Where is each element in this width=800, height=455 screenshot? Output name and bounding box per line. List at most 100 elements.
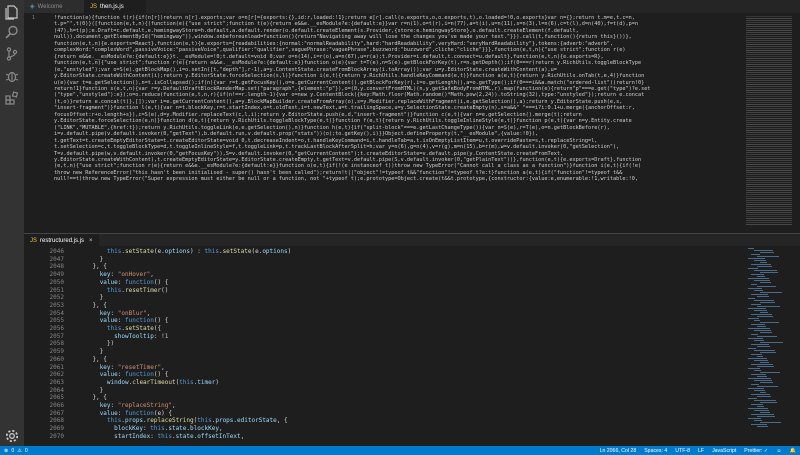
minimap-line: [746, 210, 792, 211]
minimap-line: [746, 114, 792, 115]
code-token: this: [106, 286, 122, 294]
code-token: "resetTimer": [117, 363, 162, 371]
code-token: this: [106, 417, 122, 425]
minimap-line: [746, 20, 792, 21]
code-token: blockKey: [114, 425, 144, 433]
language-mode[interactable]: JavaScript: [712, 448, 736, 454]
minimap-line: [748, 248, 754, 249]
minimap-line: [757, 416, 775, 417]
tab-welcome[interactable]: ◈ Welcome: [24, 0, 84, 13]
close-icon[interactable]: ×: [89, 238, 93, 244]
minimap-line: [754, 280, 770, 281]
prettier-status[interactable]: Prettier: ✓: [744, 448, 768, 454]
code-token: blockKey: [190, 425, 219, 433]
code-token: setState: [124, 325, 154, 333]
encoding[interactable]: UTF-8: [675, 448, 690, 454]
minimap-line: [751, 264, 771, 265]
code-token: }, {: [78, 394, 107, 402]
minimap-line: [757, 356, 763, 357]
minimap-line: [746, 80, 792, 81]
minimap[interactable]: [746, 246, 792, 446]
vertical-scrollbar[interactable]: [792, 14, 800, 233]
minimap-line: [757, 306, 780, 307]
code-token: ,: [146, 309, 151, 317]
minimap-line: [746, 32, 792, 33]
minimap-line: [757, 386, 778, 387]
line-number: 2051: [49, 286, 64, 294]
code-token: props: [215, 417, 234, 425]
minimap-line: [746, 192, 792, 193]
minimap-line: [760, 422, 781, 423]
line-number: 2058: [49, 340, 64, 348]
search-icon[interactable]: [4, 24, 20, 40]
minimap-line: [751, 364, 773, 365]
tab-label: restructured.js.js: [40, 237, 85, 244]
line-number: 2055: [49, 317, 64, 325]
minimap-line: [746, 216, 792, 217]
bell-icon[interactable]: 🔔: [790, 448, 796, 454]
minimap-line: [748, 338, 763, 339]
minimap-line: [754, 300, 774, 301]
minimap-line: [746, 116, 792, 117]
code-token: ): [215, 378, 219, 386]
minimap-line: [746, 120, 792, 121]
minimap-line: [748, 318, 759, 319]
code-token: () {: [153, 278, 169, 286]
minimap-line: [746, 92, 792, 93]
minimap-line: [746, 28, 792, 29]
minimap-line: [746, 18, 792, 19]
end-of-line[interactable]: LF: [698, 448, 704, 454]
minimap-line: [746, 58, 792, 59]
tab-then-js[interactable]: JS then.js.js: [84, 0, 146, 13]
smiley-icon[interactable]: ☺: [776, 448, 781, 454]
minimap-line: [757, 366, 774, 367]
minimap-line: [748, 348, 756, 349]
minimap-line: [746, 176, 792, 177]
code-token: () {: [153, 371, 169, 379]
minimap-line: [746, 146, 792, 147]
code-token: "onHover": [117, 271, 151, 279]
line-number: 2067: [49, 409, 64, 417]
code-token: state: [168, 425, 187, 433]
cursor-position[interactable]: Ln 2066, Col 28: [600, 448, 637, 454]
code-token: }, {: [78, 263, 107, 271]
minimap-line: [746, 52, 792, 53]
minimap-line: [746, 72, 792, 73]
code-token: }, {: [78, 301, 107, 309]
code-token: :: [110, 271, 118, 279]
line-number: 2069: [49, 425, 64, 433]
minified-code[interactable]: !function(e){function t(r){if(n[r])retur…: [54, 15, 744, 233]
minimap-line: [746, 212, 792, 213]
indentation[interactable]: Spaces: 4: [644, 448, 667, 454]
code-line: value: function() {: [78, 317, 291, 325]
minimap-line: [760, 282, 771, 283]
minimap-line: [746, 140, 792, 141]
debug-icon[interactable]: [4, 68, 20, 84]
minimap-line: [751, 334, 758, 335]
source-control-icon[interactable]: [4, 46, 20, 62]
code-token: ): [287, 248, 292, 255]
code-line: showTooltip: !1: [78, 333, 291, 341]
minimap-line: [751, 284, 757, 285]
code-line: key: "replaceString",: [78, 402, 291, 410]
minimap-line: [760, 262, 767, 263]
minimap-line: [754, 410, 769, 411]
code-line: ("type","unstyled"):e});o=o.reduce(funct…: [54, 92, 645, 99]
gear-icon[interactable]: [4, 428, 20, 444]
code-token: :: [110, 402, 118, 410]
line-number: 2062: [49, 371, 64, 379]
code-editor[interactable]: this.setState(e.options) : this.setState…: [78, 248, 291, 441]
minimap[interactable]: [746, 14, 792, 233]
problems-indicator[interactable]: ⊗ 0 ⚠ 0: [4, 446, 28, 455]
code-token: !1: [161, 332, 169, 340]
code-line: }): [78, 340, 291, 348]
extensions-icon[interactable]: [4, 90, 20, 106]
files-icon[interactable]: [4, 4, 20, 20]
minimap-line: [748, 408, 768, 409]
code-token: (e.: [153, 248, 165, 255]
code-token: :: [110, 309, 118, 317]
code-token: props: [124, 417, 144, 425]
